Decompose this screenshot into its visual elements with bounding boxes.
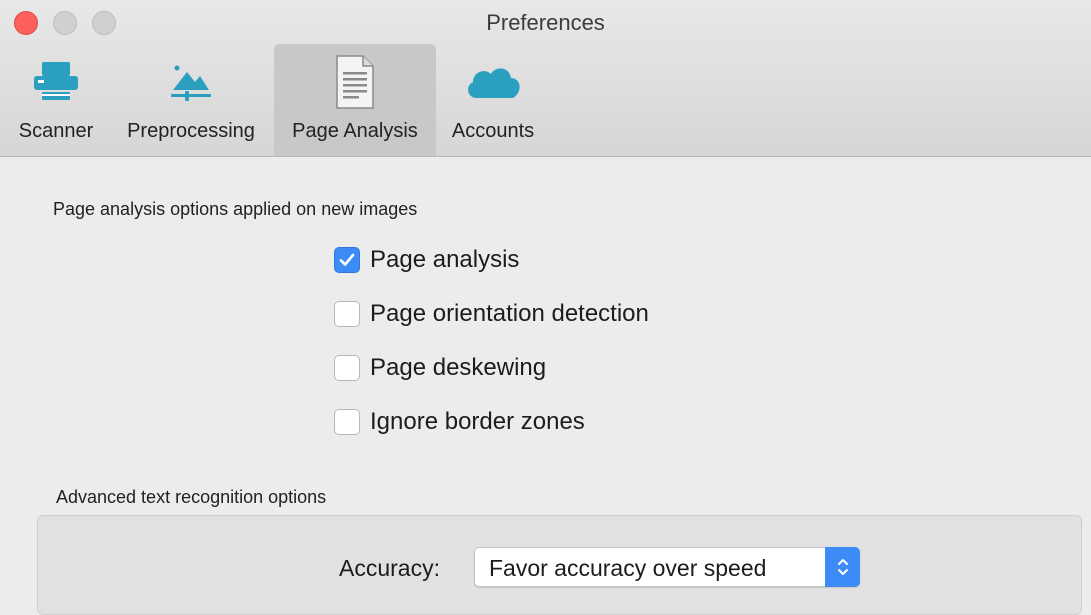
- image-adjust-icon: [165, 44, 217, 120]
- advanced-heading: Advanced text recognition options: [56, 487, 327, 507]
- checkbox[interactable]: [334, 247, 360, 273]
- tab-preprocessing[interactable]: Preprocessing: [112, 44, 270, 156]
- checkbox[interactable]: [334, 301, 360, 327]
- accuracy-label: Accuracy:: [339, 555, 440, 581]
- tab-label: Page Analysis: [292, 120, 418, 142]
- window-toolbar: Preferences Scanner Preprocessing Page A…: [0, 0, 1091, 157]
- tab-label: Scanner: [18, 120, 94, 142]
- cloud-icon: [463, 44, 523, 120]
- checkmark-icon: [339, 253, 355, 266]
- window-title: Preferences: [486, 10, 605, 35]
- scanner-icon: [30, 44, 82, 120]
- accuracy-popup-button[interactable]: Favor accuracy over speed: [474, 547, 860, 587]
- option-page-orientation-detection[interactable]: Page orientation detection: [334, 300, 649, 328]
- accuracy-value: Favor accuracy over speed: [489, 555, 767, 581]
- checkbox-label[interactable]: Page analysis: [370, 246, 519, 274]
- option-ignore-border-zones[interactable]: Ignore border zones: [334, 408, 585, 436]
- tab-page-analysis[interactable]: Page Analysis: [274, 44, 436, 156]
- tab-scanner[interactable]: Scanner: [6, 44, 106, 156]
- checkbox-label[interactable]: Page deskewing: [370, 354, 546, 382]
- tab-accounts[interactable]: Accounts: [440, 44, 546, 156]
- checkbox[interactable]: [334, 355, 360, 381]
- option-page-analysis[interactable]: Page analysis: [334, 246, 519, 274]
- document-icon: [333, 44, 377, 120]
- checkbox-label[interactable]: Ignore border zones: [370, 408, 585, 436]
- tab-label: Accounts: [451, 120, 535, 142]
- tab-label: Preprocessing: [127, 120, 255, 142]
- option-page-deskewing[interactable]: Page deskewing: [334, 354, 546, 382]
- popup-arrows-icon: [825, 547, 860, 587]
- page-analysis-heading: Page analysis options applied on new ima…: [53, 199, 418, 219]
- checkbox[interactable]: [334, 409, 360, 435]
- checkbox-label[interactable]: Page orientation detection: [370, 300, 649, 328]
